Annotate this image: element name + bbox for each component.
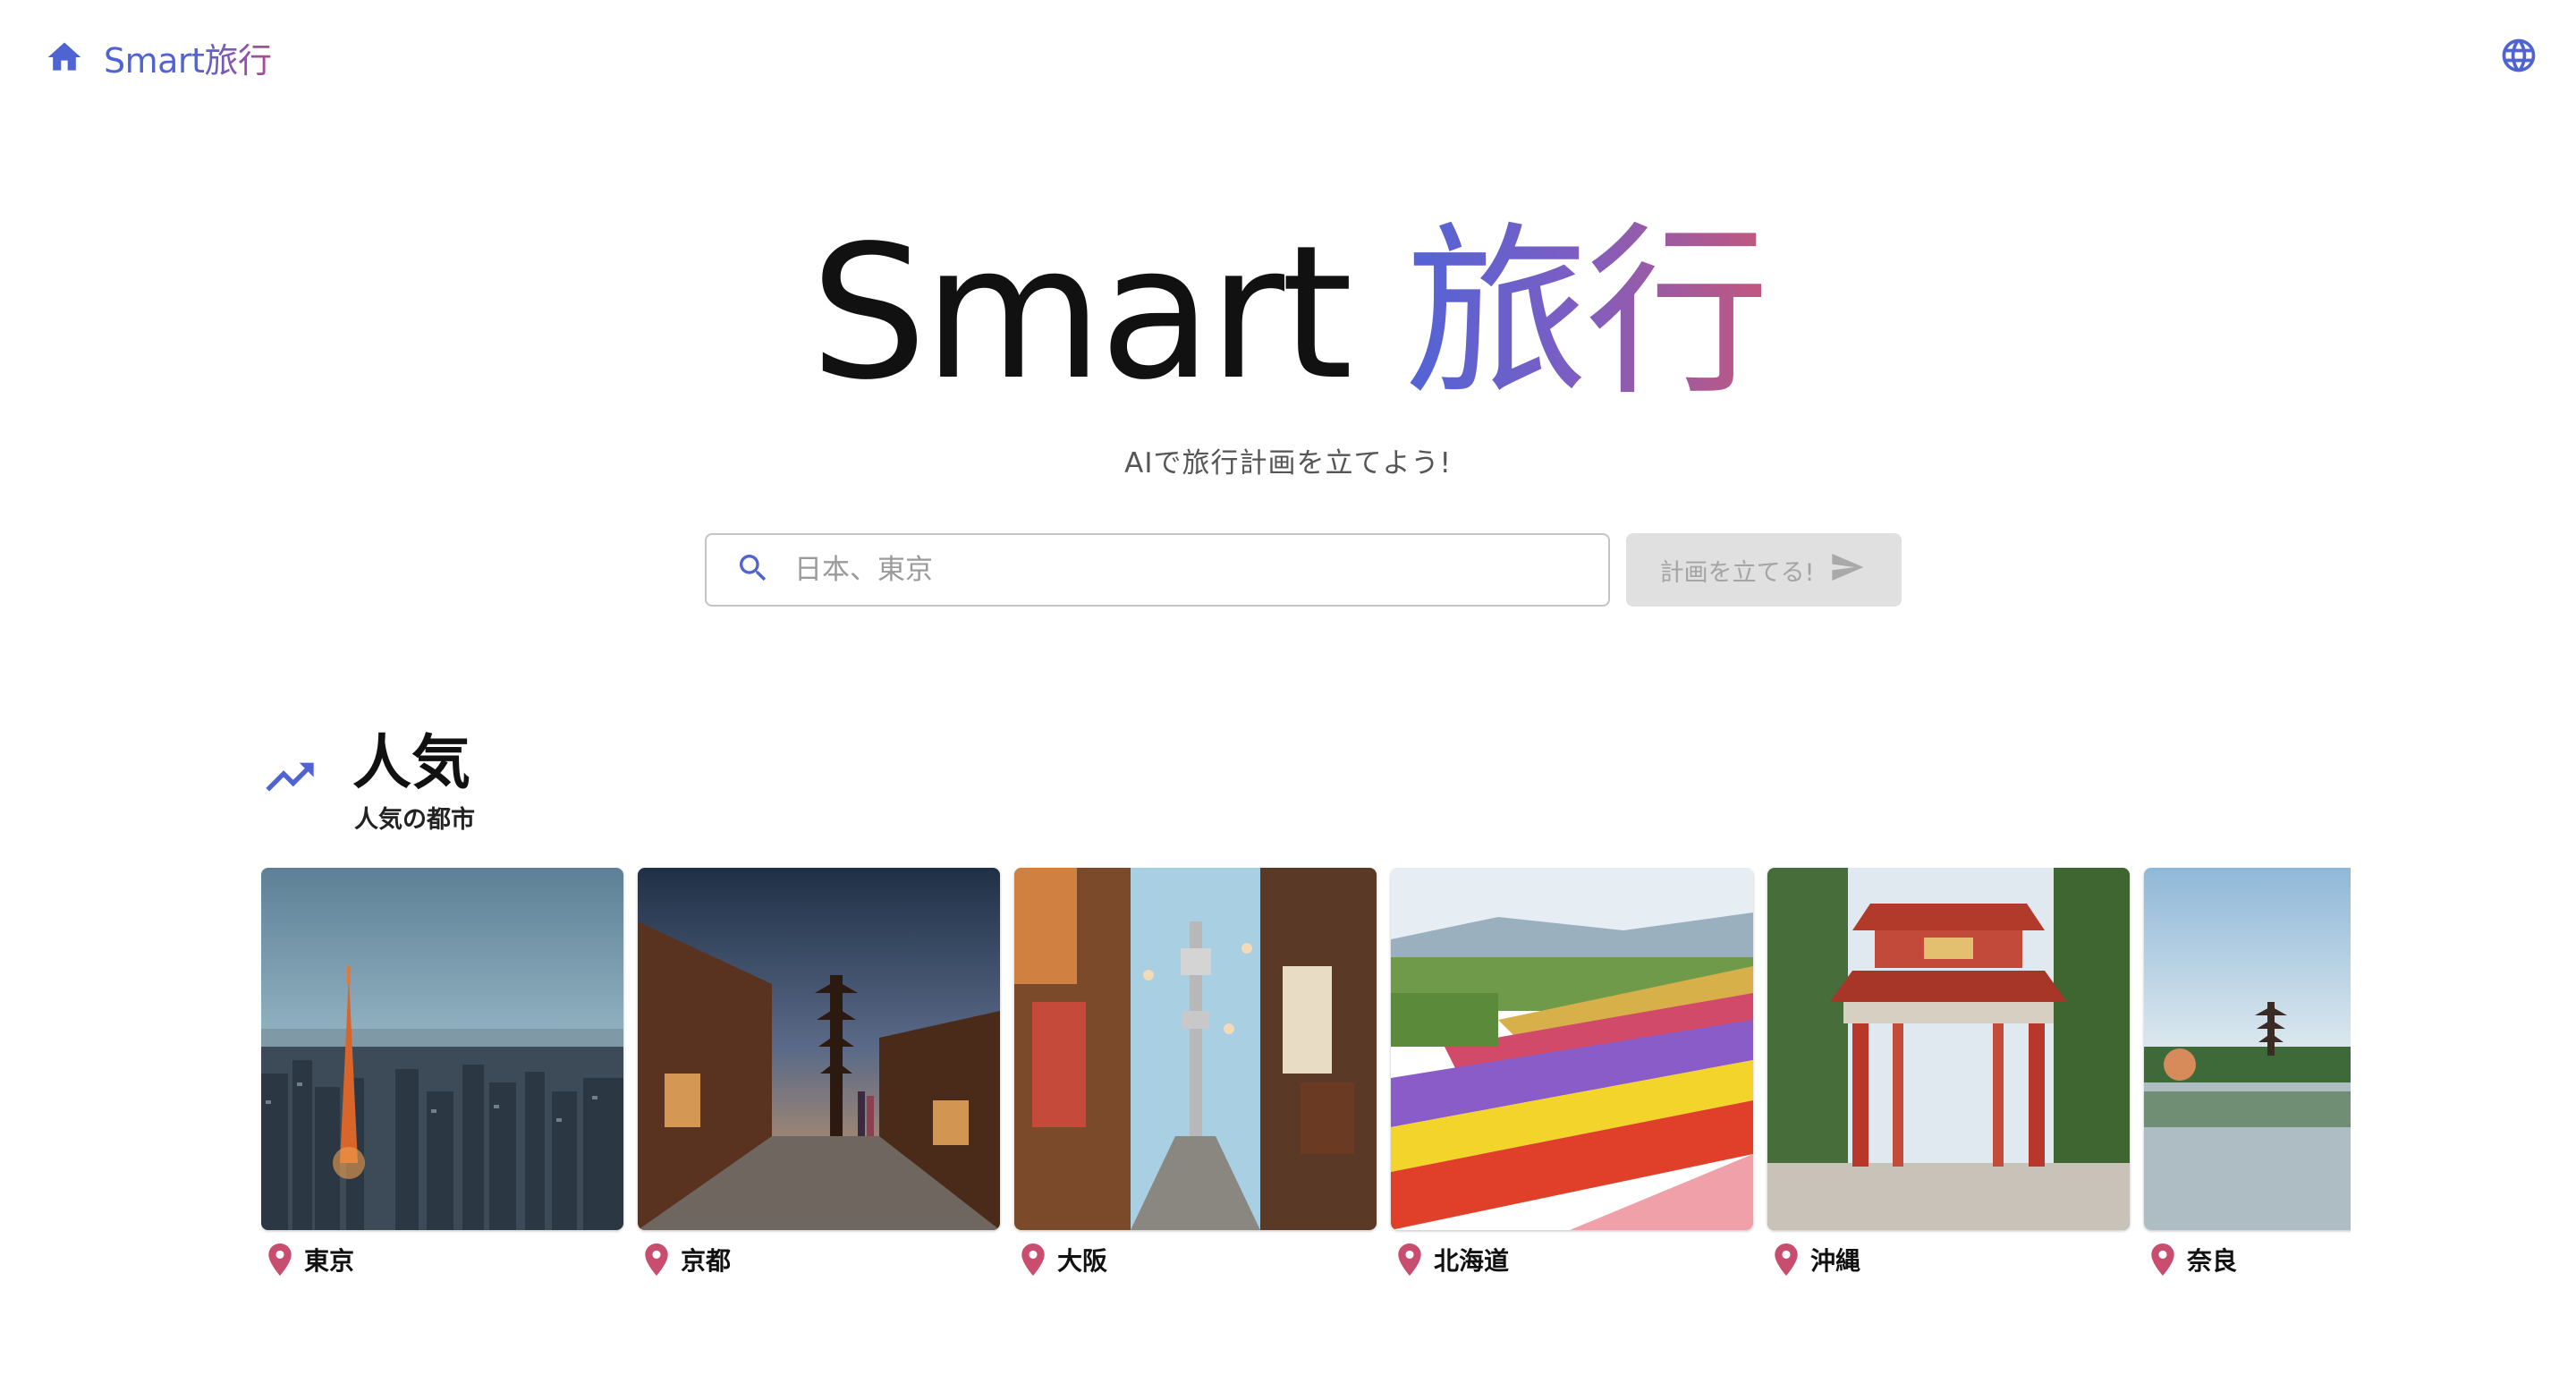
section-subtitle: 人気の都市 [354, 806, 475, 834]
top-nav: Smart旅行 [0, 0, 2576, 115]
city-name: 大阪 [1057, 1246, 1108, 1276]
city-name: 奈良 [2187, 1246, 2238, 1276]
city-image-okinawa[interactable] [1767, 868, 2130, 1230]
globe-icon[interactable] [2499, 36, 2538, 75]
city-label: 京都 [638, 1230, 1000, 1288]
city-image-nara[interactable] [2144, 868, 2351, 1230]
city-card-kyoto[interactable]: 京都 [638, 868, 1000, 1288]
city-label: 東京 [261, 1230, 623, 1288]
city-card-osaka[interactable]: 大阪 [1014, 868, 1377, 1288]
city-card-tokyo[interactable]: 東京 [261, 868, 623, 1288]
plan-button-label: 計画を立てる! [1659, 558, 1815, 587]
city-name: 東京 [304, 1246, 355, 1276]
city-name: 京都 [681, 1246, 732, 1276]
location-pin-icon [1021, 1243, 1045, 1276]
send-icon [1826, 549, 1868, 591]
city-image-tokyo[interactable] [261, 868, 623, 1230]
hero-title-plain: Smart [809, 206, 1405, 420]
location-pin-icon [1398, 1243, 1421, 1276]
city-image-osaka[interactable] [1014, 868, 1377, 1230]
hero-title-accent: 旅行 [1404, 206, 1769, 420]
language-button[interactable] [2496, 32, 2542, 79]
home-link-label[interactable]: Smart旅行 [104, 33, 272, 82]
home-link[interactable]: Smart旅行 [45, 33, 272, 82]
search-row: 計画を立てる! [705, 533, 1902, 607]
city-card-okinawa[interactable]: 沖縄 [1767, 868, 2130, 1288]
search-box[interactable] [705, 533, 1610, 607]
city-image-hokkaido[interactable] [1391, 868, 1753, 1230]
location-pin-icon [2151, 1243, 2174, 1276]
location-pin-icon [268, 1243, 292, 1276]
hero: Smart 旅行 AIで旅行計画を立てよう! [0, 206, 2576, 480]
plan-button[interactable]: 計画を立てる! [1626, 533, 1902, 607]
city-label: 奈良 [2144, 1230, 2351, 1288]
location-pin-icon [1775, 1243, 1798, 1276]
city-track: 東京 京都 大阪 北海道 沖縄 奈良 [261, 868, 2351, 1288]
location-pin-icon [645, 1243, 668, 1276]
home-icon[interactable] [45, 38, 84, 77]
search-icon [735, 550, 771, 590]
hero-subtitle: AIで旅行計画を立てよう! [1124, 447, 1452, 480]
city-label: 沖縄 [1767, 1230, 2130, 1288]
city-card-hokkaido[interactable]: 北海道 [1391, 868, 1753, 1288]
city-label: 大阪 [1014, 1230, 1377, 1288]
city-image-kyoto[interactable] [638, 868, 1000, 1230]
trending-up-icon [261, 762, 318, 802]
search-input[interactable] [792, 553, 1597, 587]
city-label: 北海道 [1391, 1230, 1753, 1288]
city-carousel[interactable]: 東京 京都 大阪 北海道 沖縄 奈良 [261, 868, 2351, 1288]
city-name: 北海道 [1434, 1246, 1510, 1276]
section-title: 人気 [352, 728, 470, 797]
city-name: 沖縄 [1810, 1246, 1861, 1276]
city-card-nara[interactable]: 奈良 [2144, 868, 2351, 1288]
hero-title: Smart 旅行 [0, 206, 2576, 420]
